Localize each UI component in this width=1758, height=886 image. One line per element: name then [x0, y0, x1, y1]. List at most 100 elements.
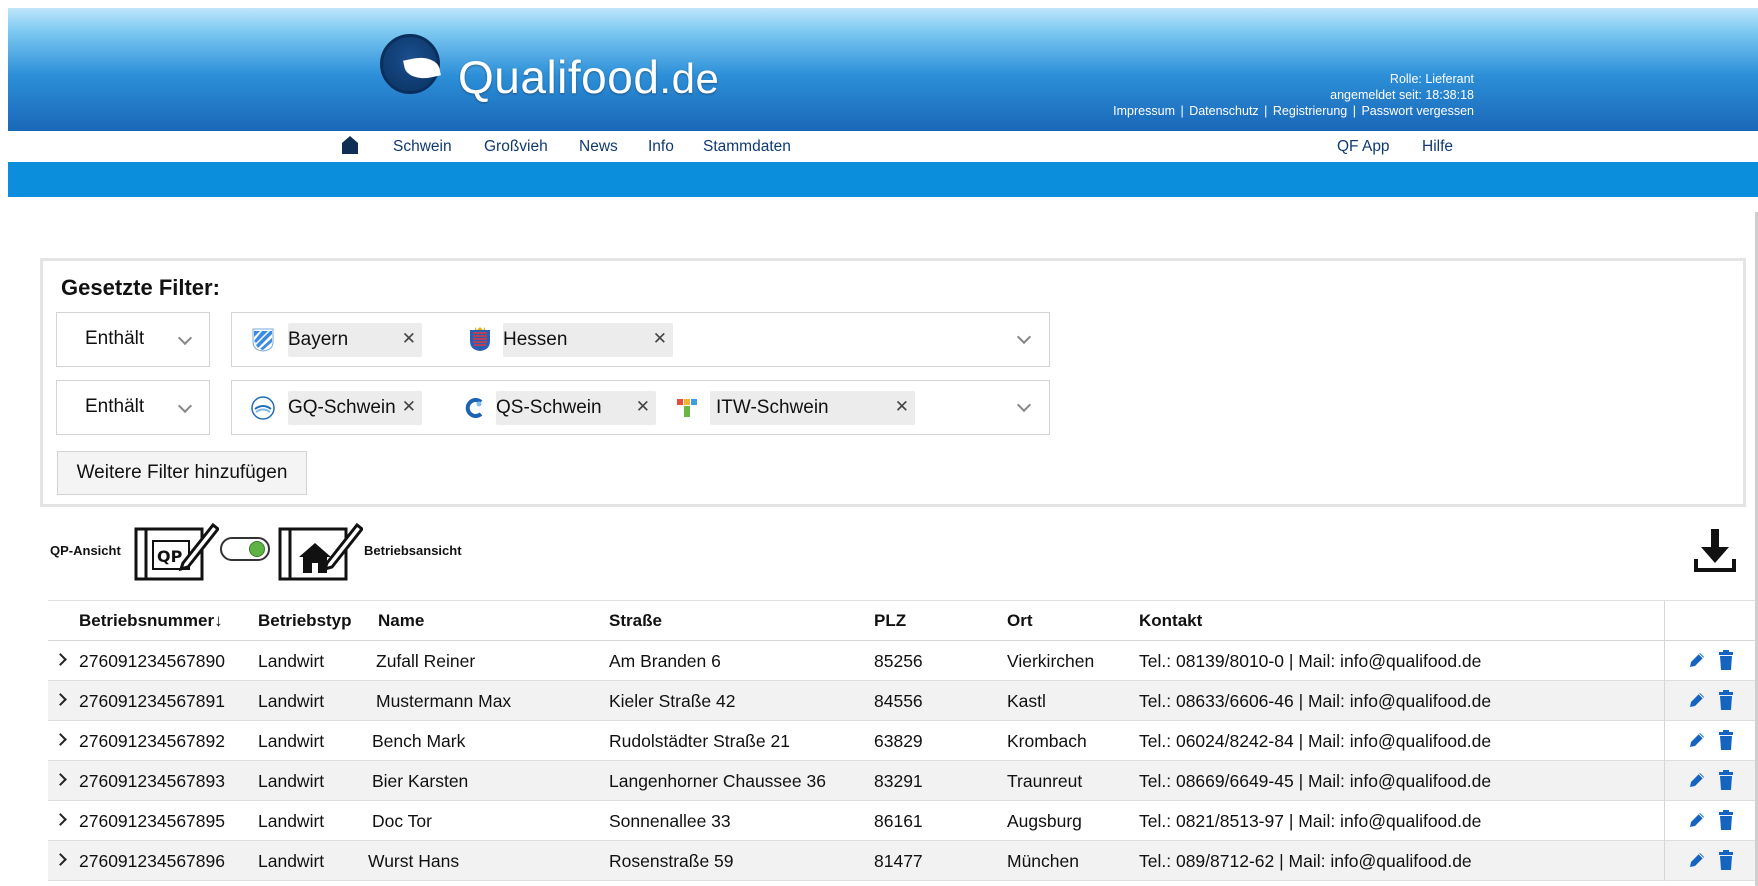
remove-tag-icon[interactable]: ✕ — [402, 329, 416, 349]
betrieb-view-label: Betriebsansicht — [364, 543, 462, 558]
filter-tag-label: Hessen — [503, 329, 568, 350]
col-header-betriebstyp[interactable]: Betriebstyp — [258, 611, 352, 631]
trash-icon[interactable] — [1718, 690, 1734, 710]
expand-row-icon[interactable] — [54, 693, 67, 706]
filter-operator-value: Enthält — [85, 328, 145, 349]
edit-icon[interactable] — [1688, 651, 1706, 669]
edit-icon[interactable] — [1688, 771, 1706, 789]
view-toggle-switch[interactable] — [220, 537, 270, 561]
passwort-vergessen-link[interactable]: Passwort vergessen — [1361, 104, 1474, 118]
filter-title: Gesetzte Filter: — [61, 275, 220, 300]
cell-betriebsnummer: 276091234567890 — [79, 651, 225, 671]
download-icon[interactable] — [1693, 527, 1737, 573]
cell-betriebsnummer: 276091234567891 — [79, 691, 225, 711]
filter-tag-hessen: Hessen ✕ — [503, 323, 673, 357]
filter-operator-select-1[interactable]: Enthält — [56, 312, 210, 367]
qualifood-logo[interactable]: Qualifood.de — [372, 30, 742, 125]
cell-strasse: Langenhorner Chaussee 36 — [609, 771, 826, 791]
remove-tag-icon[interactable]: ✕ — [636, 397, 650, 417]
remove-tag-icon[interactable]: ✕ — [653, 329, 667, 349]
remove-tag-icon[interactable]: ✕ — [402, 397, 416, 417]
cell-strasse: Am Branden 6 — [609, 651, 721, 671]
datenschutz-link[interactable]: Datenschutz — [1189, 104, 1258, 118]
table-row[interactable]: 276091234567893 Landwirt Bier Karsten Lange… — [48, 761, 1758, 801]
expand-row-icon[interactable] — [54, 853, 67, 866]
table-body: 276091234567890 Landwirt Zufall Reiner Am B… — [48, 641, 1758, 881]
cell-plz: 85256 — [874, 651, 923, 671]
site-header: Qualifood.de Rolle: Lieferant angemeldet… — [8, 8, 1758, 131]
expand-row-icon[interactable] — [54, 733, 67, 746]
nav-item-schwein[interactable]: Schwein — [393, 138, 452, 156]
cell-kontakt: Tel.: 0821/8513-97 | Mail: info@qualifoo… — [1139, 811, 1482, 831]
cell-ort: Traunreut — [1007, 771, 1083, 791]
expand-row-icon[interactable] — [54, 653, 67, 666]
edit-icon[interactable] — [1688, 731, 1706, 749]
filter-tag-label: Bayern — [288, 329, 349, 350]
cell-ort: Vierkirchen — [1007, 651, 1095, 671]
col-header-name[interactable]: Name — [378, 611, 424, 631]
logo-text: Qualifood.de — [458, 51, 720, 103]
chevron-down-icon[interactable] — [1016, 329, 1032, 345]
nav-item-stammdaten[interactable]: Stammdaten — [703, 138, 791, 156]
trash-icon[interactable] — [1718, 810, 1734, 830]
remove-tag-icon[interactable]: ✕ — [895, 397, 909, 417]
column-separator — [1664, 681, 1665, 721]
column-separator — [1664, 641, 1665, 681]
table-row[interactable]: 276091234567896 Landwirt Wurst Hans Rosenst… — [48, 841, 1758, 881]
cell-name: Bench Mark — [372, 731, 466, 751]
nav-item-hilfe[interactable]: Hilfe — [1422, 138, 1453, 156]
nav-item-info[interactable]: Info — [648, 138, 674, 156]
bavaria-flag-icon — [252, 328, 274, 352]
add-filter-button[interactable]: Weitere Filter hinzufügen — [57, 451, 307, 495]
qp-view-icon[interactable]: QP — [133, 515, 219, 583]
cell-betriebstyp: Landwirt — [258, 731, 325, 751]
registrierung-link[interactable]: Registrierung — [1273, 104, 1347, 118]
impressum-link[interactable]: Impressum — [1113, 104, 1175, 118]
column-separator — [1664, 761, 1665, 801]
table-row[interactable]: 276091234567891 Landwirt Mustermann Max Kie… — [48, 681, 1758, 721]
col-header-plz[interactable]: PLZ — [874, 611, 906, 631]
nav-item-news[interactable]: News — [579, 138, 618, 156]
session-time: angemeldet seit: 18:38:18 — [1330, 88, 1474, 102]
header-links: Impressum | Datenschutz | Registrierung … — [1113, 104, 1474, 118]
col-header-ort[interactable]: Ort — [1007, 611, 1033, 631]
trash-icon[interactable] — [1718, 730, 1734, 750]
col-header-strasse[interactable]: Straße — [609, 611, 662, 631]
cell-ort: Augsburg — [1007, 811, 1082, 831]
col-header-kontakt[interactable]: Kontakt — [1139, 611, 1202, 631]
col-header-betriebsnummer[interactable]: Betriebsnummer↓ — [79, 611, 223, 631]
filter-tag-box-region[interactable]: Bayern ✕ Hessen ✕ — [231, 312, 1050, 367]
cell-betriebstyp: Landwirt — [258, 691, 325, 711]
nav-item-qf-app[interactable]: QF App — [1337, 138, 1390, 156]
expand-row-icon[interactable] — [54, 773, 67, 786]
table-row[interactable]: 276091234567890 Landwirt Zufall Reiner Am B… — [48, 641, 1758, 681]
trash-icon[interactable] — [1718, 850, 1734, 870]
trash-icon[interactable] — [1718, 650, 1734, 670]
table-row[interactable]: 276091234567895 Landwirt Doc Tor Sonnenalle… — [48, 801, 1758, 841]
trash-icon[interactable] — [1718, 770, 1734, 790]
expand-row-icon[interactable] — [54, 813, 67, 826]
cell-ort: Krombach — [1007, 731, 1087, 751]
edit-icon[interactable] — [1688, 851, 1706, 869]
filter-operator-select-2[interactable]: Enthält — [56, 380, 210, 435]
filter-panel: Gesetzte Filter: Enthält Bayern ✕ Hessen… — [40, 258, 1746, 507]
cell-betriebstyp: Landwirt — [258, 851, 325, 871]
chevron-down-icon[interactable] — [1016, 397, 1032, 413]
filter-tag-box-certification[interactable]: GQ-Schwein ✕ QS-Schwein ✕ ITW-Schwein ✕ — [231, 380, 1050, 435]
qs-logo-icon — [465, 398, 483, 418]
edit-icon[interactable] — [1688, 811, 1706, 829]
filter-tag-bayern: Bayern ✕ — [288, 323, 422, 357]
header-info: Rolle: Lieferant angemeldet seit: 18:38:… — [1113, 71, 1474, 119]
nav-item-grossvieh[interactable]: Großvieh — [484, 138, 548, 156]
column-separator — [1664, 841, 1665, 881]
edit-icon[interactable] — [1688, 691, 1706, 709]
app-root: Qualifood.de Rolle: Lieferant angemeldet… — [0, 0, 1758, 886]
cell-betriebsnummer: 276091234567892 — [79, 731, 225, 751]
table-row[interactable]: 276091234567892 Landwirt Bench Mark Rudolst… — [48, 721, 1758, 761]
cell-plz: 86161 — [874, 811, 923, 831]
cell-kontakt: Tel.: 06024/8242-84 | Mail: info@qualifo… — [1139, 731, 1492, 751]
betriebe-table: Betriebsnummer↓ Betriebstyp Name Straße … — [48, 600, 1758, 881]
betrieb-view-icon[interactable] — [277, 515, 363, 583]
nav-blue-bar — [8, 162, 1758, 197]
home-icon[interactable] — [341, 135, 359, 155]
